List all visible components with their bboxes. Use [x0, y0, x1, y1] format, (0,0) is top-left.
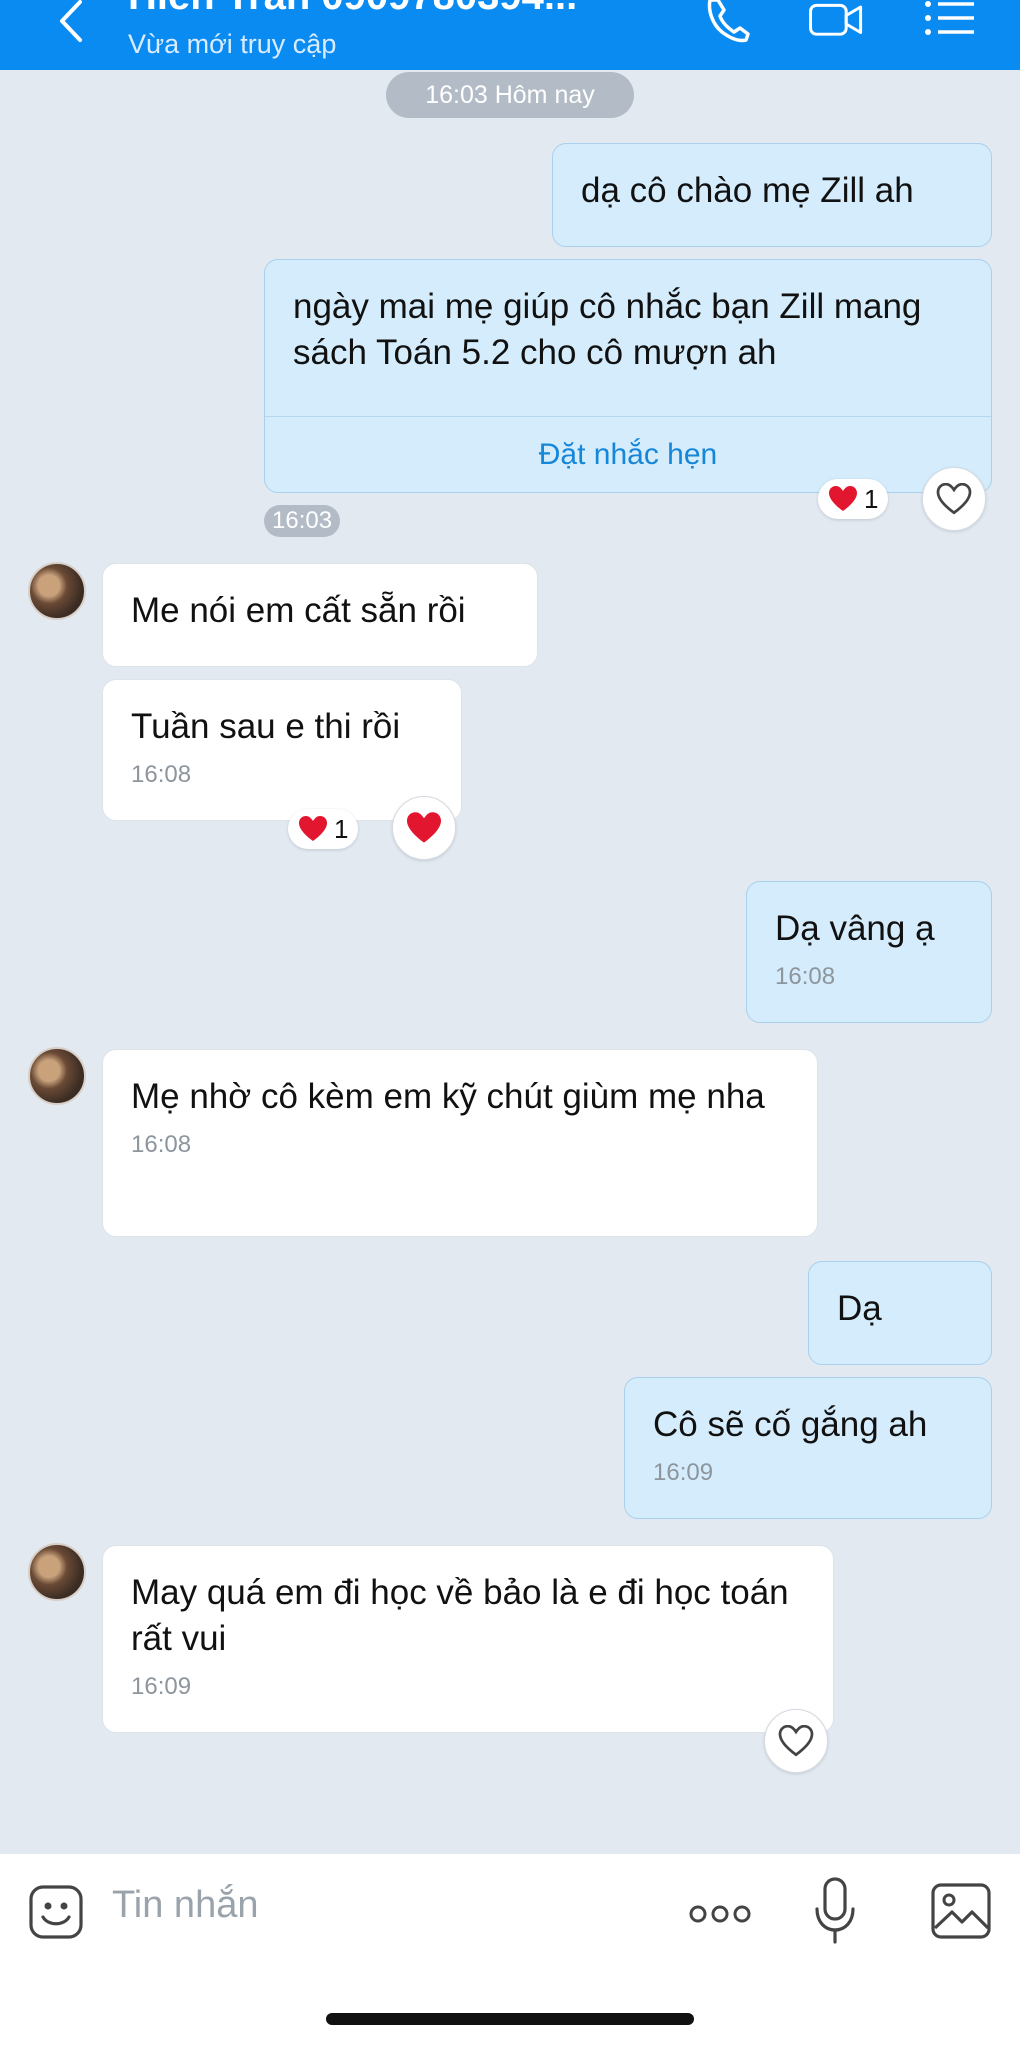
message-text: Me nói em cất sẵn rồi — [131, 591, 466, 630]
message-text: Tuần sau e thi rồi — [131, 707, 401, 746]
image-gallery-icon[interactable] — [930, 1882, 992, 1940]
message-bubble-outgoing[interactable]: ngày mai mẹ giúp cô nhắc bạn Zill mang s… — [264, 259, 992, 493]
more-dots-icon[interactable] — [688, 1902, 752, 1926]
message-timestamp: 16:03 — [264, 505, 341, 537]
message-bubble-outgoing[interactable]: Cô sẽ cố gắng ah 16:09 — [624, 1377, 992, 1519]
menu-list-icon[interactable] — [922, 0, 978, 48]
message-bubble-outgoing[interactable]: Dạ vâng ạ 16:08 — [746, 881, 992, 1023]
microphone-icon[interactable] — [814, 1876, 856, 1946]
message-timestamp: 16:08 — [131, 1131, 192, 1158]
reaction-summary[interactable]: 1 — [288, 809, 359, 849]
message-timestamp: 16:09 — [653, 1459, 714, 1486]
message-text: ngày mai mẹ giúp cô nhắc bạn Zill mang s… — [293, 287, 922, 372]
message-bubble-incoming[interactable]: May quá em đi học về bảo là e đi học toá… — [102, 1545, 834, 1733]
avatar[interactable] — [28, 1047, 86, 1105]
reaction-count: 1 — [334, 814, 349, 844]
message-bubble-outgoing[interactable]: dạ cô chào mẹ Zill ah — [552, 143, 992, 247]
message-timestamp: 16:09 — [131, 1673, 192, 1700]
back-chevron-icon[interactable] — [52, 0, 92, 46]
reaction-summary[interactable]: 1 — [818, 479, 889, 519]
video-call-icon[interactable] — [808, 0, 864, 48]
contact-status: Vừa mới truy cập — [128, 29, 337, 59]
avatar[interactable] — [28, 1543, 86, 1601]
chat-header: Hien Tran 0909780394... Vừa mới truy cập — [0, 0, 1020, 70]
message-text: Dạ vâng ạ — [775, 909, 935, 948]
message-bubble-incoming[interactable]: Mẹ nhờ cô kèm em kỹ chút giùm mẹ nha 16:… — [102, 1049, 818, 1237]
message-input[interactable]: Tin nhắn — [112, 1884, 258, 1927]
react-heart-button[interactable] — [922, 467, 986, 531]
set-reminder-button[interactable]: Đặt nhắc hẹn — [265, 416, 991, 492]
message-timestamp: 16:08 — [775, 963, 836, 990]
message-bubble-outgoing[interactable]: Dạ — [808, 1261, 992, 1365]
phone-icon[interactable] — [700, 0, 756, 48]
date-divider: 16:03 Hôm nay — [386, 72, 634, 118]
react-heart-button[interactable] — [764, 1709, 828, 1773]
message-text: Mẹ nhờ cô kèm em kỹ chút giùm mẹ nha — [131, 1077, 765, 1116]
reaction-count: 1 — [864, 484, 879, 514]
message-text: Cô sẽ cố gắng ah — [653, 1405, 928, 1444]
avatar[interactable] — [28, 562, 86, 620]
heart-icon — [407, 812, 441, 843]
heart-icon — [299, 816, 327, 841]
heart-icon — [829, 486, 857, 511]
heart-outline-icon — [936, 483, 972, 515]
contact-name[interactable]: Hien Tran 0909780394... — [128, 0, 577, 19]
react-heart-button[interactable] — [392, 796, 456, 860]
home-indicator[interactable] — [326, 2013, 694, 2025]
message-bubble-incoming[interactable]: Me nói em cất sẵn rồi — [102, 563, 538, 667]
message-text: dạ cô chào mẹ Zill ah — [581, 171, 914, 210]
message-timestamp: 16:08 — [131, 761, 192, 788]
message-text: Dạ — [837, 1289, 882, 1328]
message-text: May quá em đi học về bảo là e đi học toá… — [131, 1573, 789, 1658]
heart-outline-icon — [778, 1725, 814, 1757]
emoji-sticker-icon[interactable] — [28, 1884, 84, 1940]
